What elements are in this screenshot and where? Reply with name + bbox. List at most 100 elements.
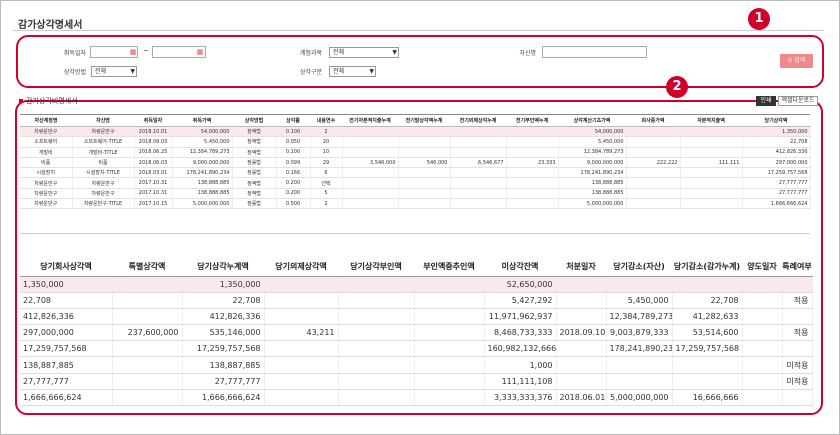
table-row[interactable]: 개발비 개발비-TITLE 2018.06.25 12,384,789,273 정액법 0… [20,147,811,158]
excel-download-button[interactable]: 엑셀다운로드 [778,96,818,106]
table-cell: 2018.06.25 [134,147,173,158]
column-header[interactable]: 취득일자 [134,114,172,127]
column-header[interactable]: 자본적지출액 [680,114,742,127]
column-header[interactable]: 특별상각액 [112,258,182,277]
column-header[interactable]: 상각률 [276,114,310,127]
table-cell: 5,450,000 [172,136,233,148]
table-cell: 미적용 [782,356,813,374]
column-header[interactable]: 전기부인액누계 [506,114,558,127]
column-header[interactable]: 상각계산기초가액 [558,114,626,127]
table-cell [112,292,183,309]
column-header[interactable]: 당기감소(감가누계) [672,258,742,277]
column-header[interactable]: 특례여부 [782,258,812,277]
table-row[interactable]: 17,259,757,568 17,259,757,568 160,982,132,… [20,340,813,358]
table-row[interactable]: 27,777,777 27,777,777 111,111,108 미적용 [20,373,813,390]
table-cell: 차량운반구 [20,177,73,189]
table-row[interactable]: 차량운반구 차량운반구 2017.10.31 138,888,885 정액법 0.200 선… [20,177,811,189]
table-cell [398,147,451,158]
table-row[interactable]: 22,708 22,708 5,427,292 5,450,000 22,708 적용 [20,292,813,309]
chevron-down-icon: ▼ [130,68,135,75]
table-cell: 111,111 [680,157,743,169]
column-header[interactable]: 전기말상각액누계 [398,114,450,127]
column-header[interactable]: 자산계정명 [20,114,72,127]
table-cell [342,136,399,148]
table-cell [450,188,507,200]
depr-type-select[interactable]: 전체 ▼ [329,66,376,77]
table-cell: 차량운반구 [72,126,135,138]
table-row[interactable]: 1,350,000 1,350,000 52,650,000 [20,276,813,293]
column-header[interactable]: 회사증가액 [626,114,680,127]
asset-name-input[interactable] [542,46,647,58]
table-cell [338,389,415,407]
table-row[interactable]: 138,887,885 138,887,885 1,000 미적용 [20,356,813,374]
table-cell: 138,888,885 [558,177,627,189]
table-cell: 1,350,000 [20,276,113,293]
table-cell [556,276,607,293]
column-header[interactable]: 자산명 [72,114,134,127]
column-header[interactable]: 당기회사상각액 [20,258,112,277]
table-cell: 5 [310,188,343,200]
column-header[interactable]: 미상각잔액 [484,258,556,277]
column-header[interactable]: 당기상각부인액 [338,258,414,277]
column-header[interactable]: 부인액중추인액 [414,258,484,277]
column-header[interactable]: 전기자본적지출누계 [342,114,398,127]
annotation-box-filters [16,35,824,88]
table-cell [450,136,507,148]
method-label: 상각방법 [63,69,86,76]
table-cell: 0.200 [276,188,311,200]
table-cell: 3,546,000 [342,157,399,169]
table-row[interactable]: 차량운반구 차량운반구 2017.10.31 138,888,885 정액법 0.200 5… [20,188,811,200]
table-cell [264,373,339,390]
table-cell [338,292,415,309]
table-cell: 소프트웨어 [20,136,73,148]
table-row[interactable]: 412,826,336 412,826,336 11,971,962,937 12,3… [20,308,813,326]
lower-table-header: 당기회사상각액 특별상각액 당기상각누계액 당기의제상각액 당기상각부인액 부인… [20,258,812,277]
table-cell [506,167,559,179]
print-button[interactable]: 인쇄 [756,96,776,106]
column-header[interactable]: 당기의제상각액 [264,258,338,277]
table-cell [342,188,399,200]
table-cell [626,198,681,210]
table-cell [626,177,681,189]
table-cell: 2017.10.15 [134,198,173,210]
column-header[interactable]: 내용연수 [310,114,342,127]
table-cell: 17,259,757,568 [20,340,113,358]
table-cell [556,292,607,309]
table-row[interactable]: 차량운반구 차량운반구 2018.10.01 54,000,000 정액법 0.100 2 5… [20,126,811,138]
table-row[interactable]: 비품 비품 2018.06.03 9,000,000,000 정률법 0.099 29 3,5… [20,157,811,169]
column-header[interactable]: 취득가액 [172,114,232,127]
table-cell: 차량운반구 [20,188,73,200]
table-row[interactable]: 297,000,000 237,600,000 535,146,000 43,211 8… [20,324,813,342]
calendar-icon[interactable]: ▦ [128,47,138,57]
table-cell: 1,666,666,624 [20,389,113,407]
calendar-icon[interactable]: ▦ [195,47,205,57]
search-button[interactable]: ⚲ 검색 [780,54,813,68]
column-header[interactable]: 처분일자 [556,258,606,277]
table-cell [672,373,743,390]
column-header[interactable]: 전기의제상각누계 [450,114,506,127]
table-cell: 20 [310,136,343,148]
table-row[interactable]: 1,666,666,624 1,666,666,624 3,333,333,376 2… [20,389,813,407]
annotation-badge-1: 1 [748,8,770,30]
table-cell [742,292,783,309]
table-row[interactable]: 차량운반구 차량운반구-TITLE 2017.10.15 5,000,000,000 정… [20,198,811,210]
column-header[interactable]: 상각방법 [232,114,276,127]
table-cell [742,373,783,390]
table-row[interactable]: 시설장치 시설장치-TITLE 2018.03.01 178,241,890,234 정… [20,167,811,179]
column-header[interactable]: 당기상각누계액 [182,258,264,277]
table-cell: 3,333,333,376 [484,389,557,407]
table-cell [264,276,339,293]
table-cell: 11,971,962,937 [484,308,557,326]
table-cell: 138,888,885 [558,188,627,200]
table-cell [398,136,451,148]
account-select[interactable]: 전체 ▼ [329,47,399,58]
table-cell [626,167,681,179]
column-header[interactable]: 양도일자 [742,258,782,277]
acquisition-date-label: 취득일자 [63,50,86,57]
method-select[interactable]: 전체 ▼ [91,66,137,77]
table-cell [506,198,559,210]
table-cell: 12,384,789,273 [558,147,627,158]
table-row[interactable]: 소프트웨어 소프트웨어-TITLE 2018.09.03 5,450,000 정액법 0.… [20,136,811,148]
column-header[interactable]: 당기감소(자산) [606,258,672,277]
column-header[interactable]: 당기상각액 [742,114,810,127]
